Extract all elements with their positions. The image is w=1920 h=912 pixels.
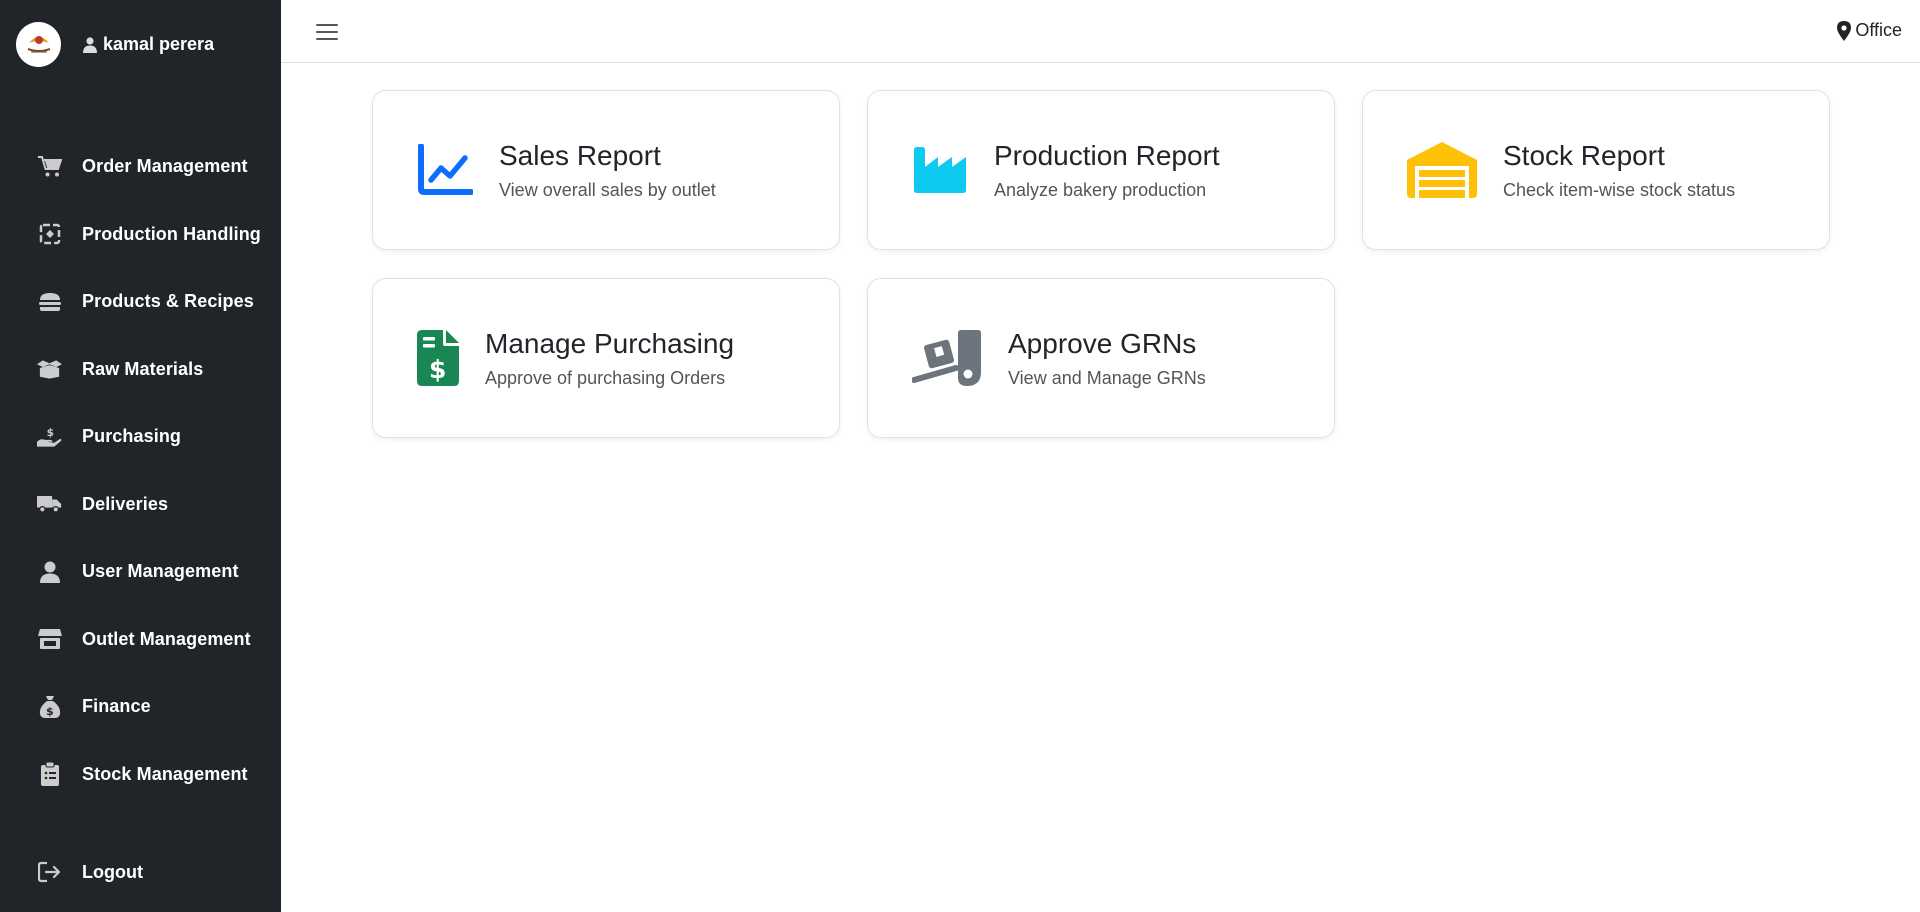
hamburger-icon bbox=[316, 24, 338, 40]
sidebar-item-label: Purchasing bbox=[82, 426, 182, 447]
card-title: Manage Purchasing bbox=[485, 327, 735, 359]
manage-purchasing-card[interactable]: $ Manage Purchasing Approve of purchasin… bbox=[372, 278, 840, 438]
svg-text:$: $ bbox=[429, 355, 446, 384]
truck-icon bbox=[37, 492, 62, 517]
clipboard-list-icon bbox=[37, 762, 62, 787]
logout-button[interactable]: Logout bbox=[0, 838, 281, 906]
top-navbar: Office bbox=[281, 0, 1920, 63]
card-description: View and Manage GRNs bbox=[1008, 367, 1206, 388]
industry-icon bbox=[912, 145, 968, 195]
sidebar-item-label: Stock Management bbox=[82, 763, 248, 784]
sign-out-icon bbox=[37, 860, 62, 885]
approve-grns-card[interactable]: Approve GRNs View and Manage GRNs bbox=[867, 278, 1335, 438]
box-open-icon bbox=[37, 357, 62, 382]
sidebar-item-label: User Management bbox=[82, 561, 239, 582]
svg-text:$: $ bbox=[47, 427, 54, 439]
svg-text:$: $ bbox=[46, 705, 54, 718]
sidebar-item-outlet-management[interactable]: Outlet Management bbox=[0, 606, 281, 674]
bakery-logo[interactable] bbox=[16, 22, 61, 67]
card-description: View overall sales by outlet bbox=[499, 179, 716, 200]
sales-report-card[interactable]: Sales Report View overall sales by outle… bbox=[372, 90, 840, 250]
hand-dollar-icon: $ bbox=[37, 424, 62, 449]
sidebar-item-purchasing[interactable]: $ Purchasing bbox=[0, 403, 281, 471]
sidebar-nav: Order Management Production Handling Pro… bbox=[0, 133, 281, 808]
logout-label: Logout bbox=[82, 861, 143, 882]
menu-toggle-button[interactable] bbox=[315, 20, 339, 44]
sidebar-item-label: Outlet Management bbox=[82, 628, 251, 649]
sidebar: kamal perera Order Management Production… bbox=[0, 0, 281, 912]
sidebar-item-label: Deliveries bbox=[82, 493, 169, 514]
user-name: kamal perera bbox=[103, 34, 215, 54]
sidebar-item-label: Raw Materials bbox=[82, 358, 204, 379]
location-label: Office bbox=[1855, 20, 1902, 40]
stock-report-card[interactable]: Stock Report Check item-wise stock statu… bbox=[1362, 90, 1830, 250]
production-report-card[interactable]: Production Report Analyze bakery product… bbox=[867, 90, 1335, 250]
sidebar-item-label: Products & Recipes bbox=[82, 291, 254, 312]
sidebar-item-order-management[interactable]: Order Management bbox=[0, 133, 281, 201]
map-pin-icon bbox=[1837, 20, 1852, 41]
sidebar-item-label: Order Management bbox=[82, 156, 248, 177]
production-handling-icon bbox=[37, 222, 62, 247]
cart-icon bbox=[37, 154, 62, 179]
user-icon bbox=[37, 559, 62, 584]
sidebar-item-stock-management[interactable]: Stock Management bbox=[0, 741, 281, 809]
sidebar-item-production-handling[interactable]: Production Handling bbox=[0, 201, 281, 269]
location-indicator[interactable]: Office bbox=[1837, 20, 1902, 41]
sidebar-header: kamal perera bbox=[16, 22, 214, 67]
user-icon bbox=[83, 36, 97, 53]
card-title: Approve GRNs bbox=[1008, 327, 1197, 359]
current-user[interactable]: kamal perera bbox=[83, 34, 214, 55]
dolly-icon bbox=[912, 330, 982, 386]
burger-icon bbox=[37, 289, 62, 314]
file-invoice-dollar-icon: $ bbox=[417, 330, 459, 386]
card-title: Sales Report bbox=[499, 139, 661, 171]
sidebar-item-deliveries[interactable]: Deliveries bbox=[0, 471, 281, 539]
sidebar-item-finance[interactable]: $ Finance bbox=[0, 673, 281, 741]
card-title: Production Report bbox=[994, 139, 1220, 171]
warehouse-icon bbox=[1407, 142, 1477, 198]
sidebar-item-raw-materials[interactable]: Raw Materials bbox=[0, 336, 281, 404]
sidebar-item-label: Finance bbox=[82, 696, 151, 717]
sidebar-item-user-management[interactable]: User Management bbox=[0, 538, 281, 606]
line-chart-icon bbox=[417, 144, 473, 196]
card-description: Approve of purchasing Orders bbox=[485, 367, 726, 388]
sidebar-item-products-recipes[interactable]: Products & Recipes bbox=[0, 268, 281, 336]
card-description: Check item-wise stock status bbox=[1503, 179, 1736, 200]
money-bag-icon: $ bbox=[37, 694, 62, 719]
sidebar-item-label: Production Handling bbox=[82, 223, 261, 244]
card-title: Stock Report bbox=[1503, 139, 1665, 171]
store-icon bbox=[37, 627, 62, 652]
card-description: Analyze bakery production bbox=[994, 179, 1207, 200]
